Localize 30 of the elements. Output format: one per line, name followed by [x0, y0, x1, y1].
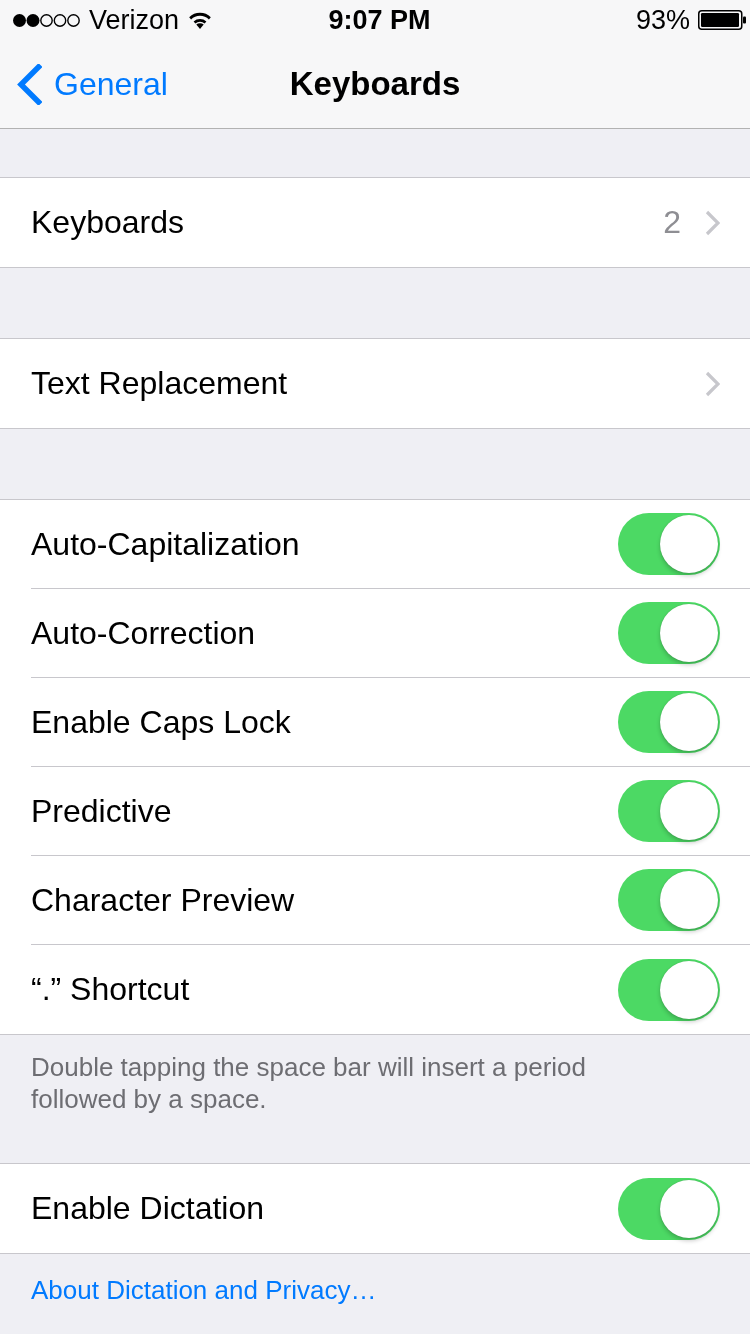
privacy-link[interactable]: About Dictation and Privacy…	[31, 1274, 377, 1306]
toggle-switch[interactable]	[618, 513, 720, 575]
toggle-switch[interactable]	[618, 780, 720, 842]
toggle-switch[interactable]	[618, 1177, 720, 1240]
wifi-icon	[188, 11, 213, 29]
count-value: 2	[663, 204, 681, 241]
setting-label: “.” Shortcut	[31, 971, 191, 1008]
signal-strength-icon	[13, 13, 80, 27]
status-time: 9:07 PM	[328, 4, 431, 36]
setting-label: Predictive	[31, 792, 173, 830]
settings-row[interactable]: Text Replacement	[0, 339, 750, 428]
settings-row[interactable]: Keyboards 2	[0, 178, 750, 267]
setting-label: Character Preview	[31, 881, 296, 919]
setting-label: Enable Dictation	[31, 1190, 266, 1227]
footer-note: Double tapping the space bar will insert a period followed by a space.	[30, 1051, 587, 1115]
toggle-switch[interactable]	[618, 602, 720, 664]
setting-label: Auto-Capitalization	[31, 525, 301, 563]
setting-label: Enable Caps Lock	[31, 703, 292, 741]
toggle-switch[interactable]	[618, 691, 720, 753]
toggle-switch[interactable]	[618, 869, 720, 931]
chevron-left-icon	[17, 63, 42, 105]
chevron-right-icon	[705, 209, 720, 236]
chevron-right-icon	[705, 370, 720, 397]
setting-label: Auto-Correction	[31, 614, 257, 652]
battery-icon	[698, 10, 746, 30]
back-button[interactable]: General	[0, 63, 168, 105]
page-title: Keyboards	[289, 64, 461, 104]
battery-percent: 93%	[635, 4, 690, 36]
toggle-switch[interactable]	[618, 958, 720, 1021]
carrier-name: Verizon	[89, 4, 180, 36]
